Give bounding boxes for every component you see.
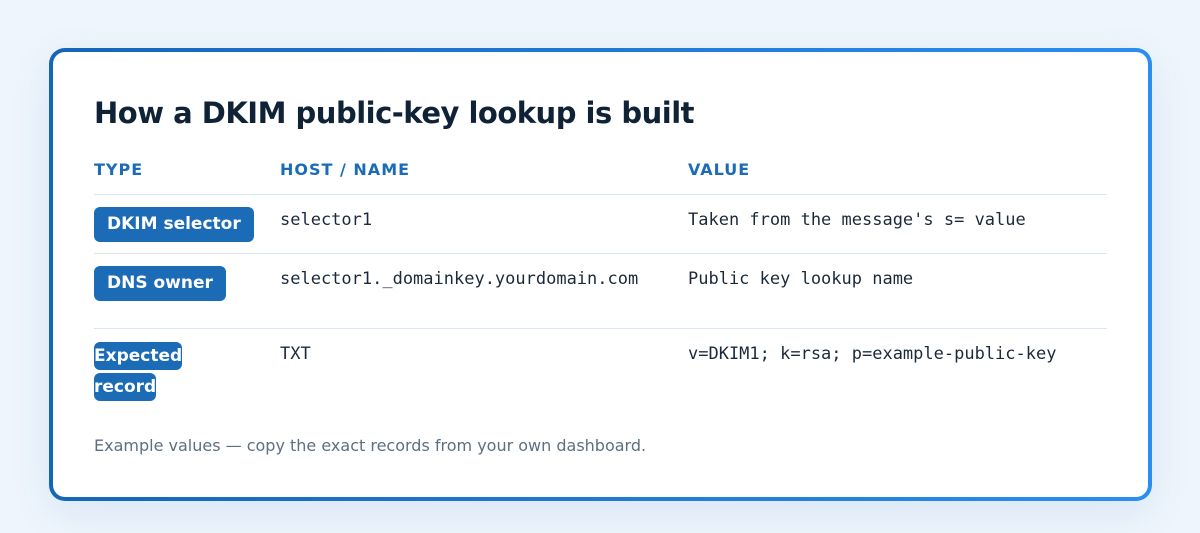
table-row: Expected record TXT v=DKIM1; k=rsa; p=ex… bbox=[94, 328, 1107, 416]
column-header-value: VALUE bbox=[688, 156, 1107, 195]
host-cell: selector1 bbox=[280, 194, 688, 254]
value-text: v=DKIM1; k=rsa; p=example-public-key bbox=[688, 343, 1057, 364]
host-cell: selector1._domainkey.yourdomain.com bbox=[280, 253, 688, 329]
table-header-row: TYPE HOST / NAME VALUE bbox=[94, 156, 1107, 195]
type-badge: DKIM selector bbox=[94, 206, 254, 242]
column-header-type: TYPE bbox=[94, 156, 280, 195]
table-row: DNS owner selector1._domainkey.yourdomai… bbox=[94, 253, 1107, 329]
column-header-host: HOST / NAME bbox=[280, 156, 688, 195]
value-cell: Taken from the message's s= value bbox=[688, 194, 1107, 254]
dkim-lookup-table: TYPE HOST / NAME VALUE DKIM selector sel… bbox=[94, 156, 1107, 416]
host-text: selector1._domainkey.yourdomain.com bbox=[280, 268, 639, 289]
host-cell: TXT bbox=[280, 343, 311, 364]
type-badge: DNS owner bbox=[94, 265, 226, 301]
dkim-lookup-card: How a DKIM public-key lookup is built TY… bbox=[49, 48, 1152, 501]
card-body: How a DKIM public-key lookup is built TY… bbox=[53, 52, 1148, 497]
value-cell: Public key lookup name bbox=[688, 253, 1107, 329]
type-cell: DKIM selector bbox=[94, 194, 280, 254]
type-cell: DNS owner bbox=[94, 253, 280, 329]
value-cell: v=DKIM1; k=rsa; p=example-public-key bbox=[688, 328, 1107, 416]
table-row: DKIM selector selector1 Taken from the m… bbox=[94, 194, 1107, 254]
type-badge-wrap: Expected record bbox=[94, 341, 190, 403]
card-title: How a DKIM public-key lookup is built bbox=[94, 96, 695, 130]
footnote: Example values — copy the exact records … bbox=[94, 436, 647, 455]
type-badge: Expected record bbox=[94, 341, 183, 401]
type-cell: Expected record bbox=[94, 328, 280, 416]
